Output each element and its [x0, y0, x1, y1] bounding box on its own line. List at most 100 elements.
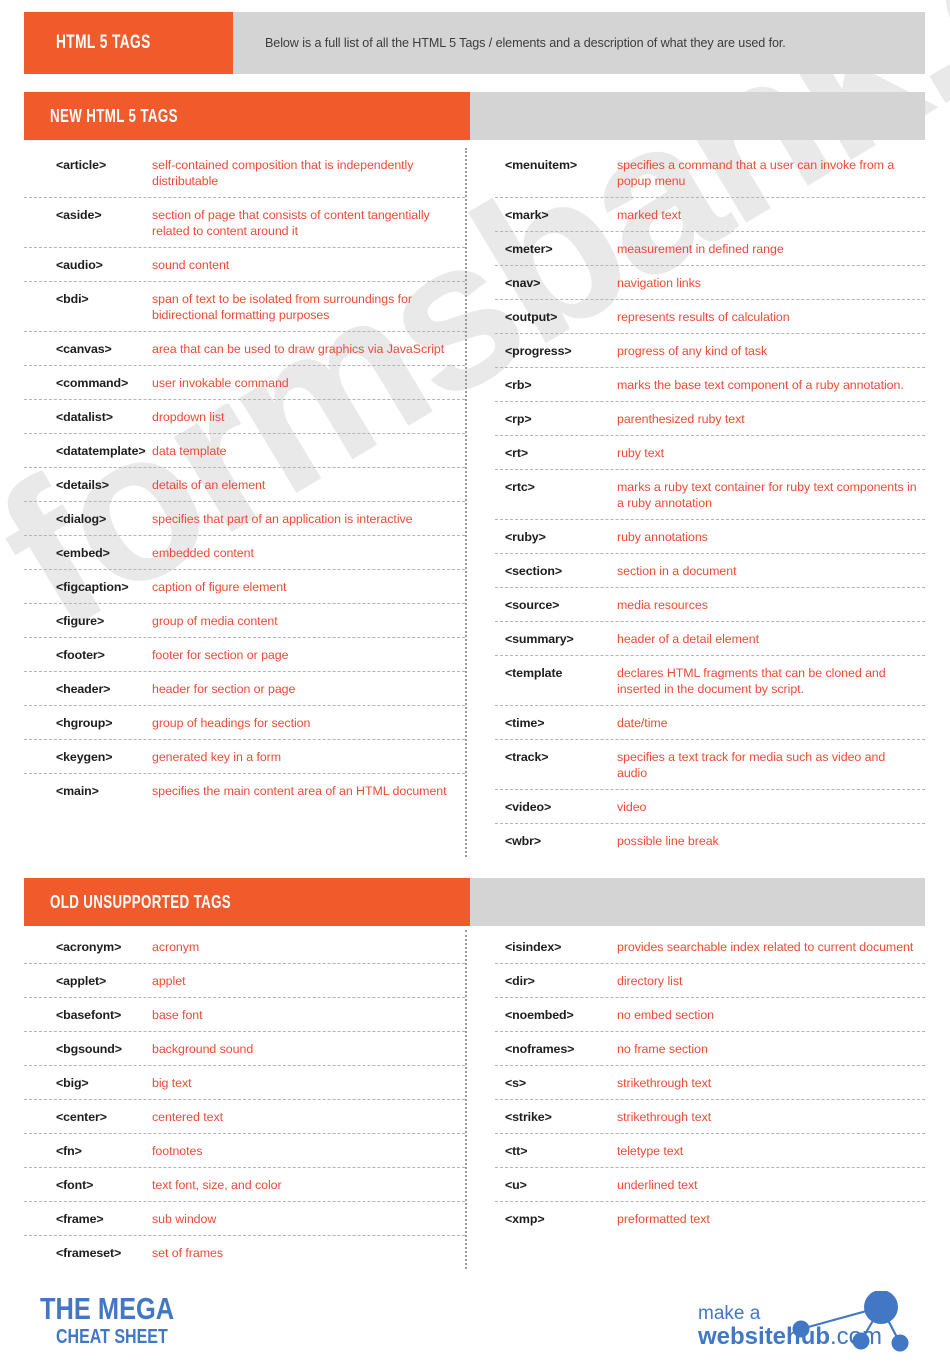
- table-row: <hgroup> group of headings for section: [24, 706, 465, 740]
- tag-name: <fn>: [56, 1144, 82, 1158]
- tag-description: no frame section: [617, 1042, 708, 1056]
- table-row: <nav> navigation links: [495, 266, 925, 300]
- tag-name: <section>: [505, 564, 562, 578]
- tag-description: text font, size, and color: [152, 1178, 282, 1192]
- tag-description: data template: [152, 444, 227, 458]
- tag-description: group of headings for section: [152, 716, 311, 730]
- tag-description: acronym: [152, 940, 200, 954]
- tag-description: details of an element: [152, 478, 266, 492]
- table-row: <datalist> dropdown list: [24, 400, 465, 434]
- page-title-badge: HTML 5 TAGS: [24, 12, 233, 74]
- page-header: HTML 5 TAGS Below is a full list of all …: [24, 12, 925, 74]
- tag-name: <time>: [505, 716, 545, 730]
- tag-name: <figure>: [56, 614, 105, 628]
- table-row: <figure> group of media content: [24, 604, 465, 638]
- tag-name: <video>: [505, 800, 552, 814]
- tag-description: specifies that part of an application is…: [152, 512, 413, 526]
- table-row: <datatemplate> data template: [24, 434, 465, 468]
- tag-name: <command>: [56, 376, 129, 390]
- tag-name: <source>: [505, 598, 560, 612]
- section-title-old: OLD UNSUPPORTED TAGS: [50, 891, 232, 912]
- table-row: <dir> directory list: [495, 964, 925, 998]
- section-bar-old-unsupported-tags: OLD UNSUPPORTED TAGS: [24, 878, 925, 926]
- tag-grid-new-html5-tags: <article> self-contained composition that…: [24, 148, 925, 857]
- tag-name: <nav>: [505, 276, 541, 290]
- table-row: <header> header for section or page: [24, 672, 465, 706]
- tag-description: dropdown list: [152, 410, 225, 424]
- tag-description: no embed section: [617, 1008, 715, 1022]
- tag-name: <rp>: [505, 412, 532, 426]
- tag-description: ruby text: [617, 446, 665, 460]
- tag-description: media resources: [617, 598, 708, 612]
- table-row: <rb> marks the base text component of a r…: [495, 368, 925, 402]
- tag-description: footer for section or page: [152, 648, 289, 662]
- section-bar-new-html5-tags: NEW HTML 5 TAGS: [24, 92, 925, 140]
- tag-name: <figcaption>: [56, 580, 129, 594]
- table-row: <template declares HTML fragments that ca…: [495, 656, 925, 706]
- tag-description: marks a ruby text container for ruby tex…: [617, 480, 917, 510]
- tag-description: section in a document: [617, 564, 737, 578]
- table-row: <noframes> no frame section: [495, 1032, 925, 1066]
- tag-name: <header>: [56, 682, 111, 696]
- tag-name: <template: [505, 666, 563, 680]
- tag-description: area that can be used to draw graphics v…: [152, 342, 445, 356]
- tag-description: directory list: [617, 974, 683, 988]
- table-row: <output> represents results of calculatio…: [495, 300, 925, 334]
- tag-name: <noembed>: [505, 1008, 574, 1022]
- tag-description: group of media content: [152, 614, 278, 628]
- hub-logo-text: make a websitehub.com: [698, 1303, 882, 1350]
- tag-description: preformatted text: [617, 1212, 710, 1226]
- table-row: <ruby> ruby annotations: [495, 520, 925, 554]
- table-row: <main> specifies the main content area of…: [24, 774, 465, 807]
- makeawebsitehub-logo[interactable]: make a websitehub.com: [688, 1290, 928, 1359]
- tag-name: <output>: [505, 310, 558, 324]
- page-description-text: Below is a full list of all the HTML 5 T…: [265, 36, 786, 50]
- tag-column-right-old: <isindex> provides searchable index relat…: [465, 930, 925, 1269]
- tag-name: <tt>: [505, 1144, 528, 1158]
- table-row: <rp> parenthesized ruby text: [495, 402, 925, 436]
- table-row: <section> section in a document: [495, 554, 925, 588]
- table-row: <aside> section of page that consists of …: [24, 198, 465, 248]
- tag-description: marks the base text component of a ruby …: [617, 378, 904, 392]
- tag-description: span of text to be isolated from surroun…: [152, 292, 412, 322]
- table-row: <fn> footnotes: [24, 1134, 465, 1168]
- table-row: <acronym> acronym: [24, 930, 465, 964]
- table-row: <figcaption> caption of figure element: [24, 570, 465, 604]
- tag-description: specifies a command that a user can invo…: [617, 158, 895, 188]
- tag-description: parenthesized ruby text: [617, 412, 745, 426]
- tag-name: <track>: [505, 750, 549, 764]
- section-bar-orange-new: NEW HTML 5 TAGS: [24, 92, 470, 140]
- tag-name: <mark>: [505, 208, 549, 222]
- tag-column-right-new: <menuitem> specifies a command that a use…: [465, 148, 925, 857]
- table-row: <meter> measurement in defined range: [495, 232, 925, 266]
- tag-name: <aside>: [56, 208, 102, 222]
- tag-description: specifies a text track for media such as…: [617, 750, 886, 780]
- mega-logo-line2: CHEAT SHEET: [56, 1326, 168, 1348]
- tag-name: <meter>: [505, 242, 553, 256]
- table-row: <xmp> preformatted text: [495, 1202, 925, 1235]
- table-row: <dialog> specifies that part of an applic…: [24, 502, 465, 536]
- tag-description: underlined text: [617, 1178, 698, 1192]
- page-title: HTML 5 TAGS: [56, 32, 151, 53]
- tag-description: header for section or page: [152, 682, 296, 696]
- tag-name: <noframes>: [505, 1042, 575, 1056]
- tag-name: <acronym>: [56, 940, 122, 954]
- tag-name: <xmp>: [505, 1212, 545, 1226]
- tag-grid-old-unsupported-tags: <acronym> acronym <applet> applet <basefont>…: [24, 930, 925, 1269]
- tag-name: <s>: [505, 1076, 527, 1090]
- tag-name: <datalist>: [56, 410, 113, 424]
- tag-description: embedded content: [152, 546, 254, 560]
- tag-description: section of page that consists of content…: [152, 208, 430, 238]
- tag-description: declares HTML fragments that can be clon…: [617, 666, 886, 696]
- table-row: <canvas> area that can be used to draw gr…: [24, 332, 465, 366]
- tag-name: <isindex>: [505, 940, 562, 954]
- hub-logo-line2: websitehub.com: [698, 1324, 882, 1350]
- hub-logo-tld: .com: [830, 1323, 883, 1350]
- tag-description: navigation links: [617, 276, 701, 290]
- tag-description: strikethrough text: [617, 1110, 712, 1124]
- table-row: <font> text font, size, and color: [24, 1168, 465, 1202]
- hub-logo-line1: make a: [698, 1303, 761, 1324]
- table-row: <frameset> set of frames: [24, 1236, 465, 1269]
- table-row: <embed> embedded content: [24, 536, 465, 570]
- table-row: <track> specifies a text track for media …: [495, 740, 925, 790]
